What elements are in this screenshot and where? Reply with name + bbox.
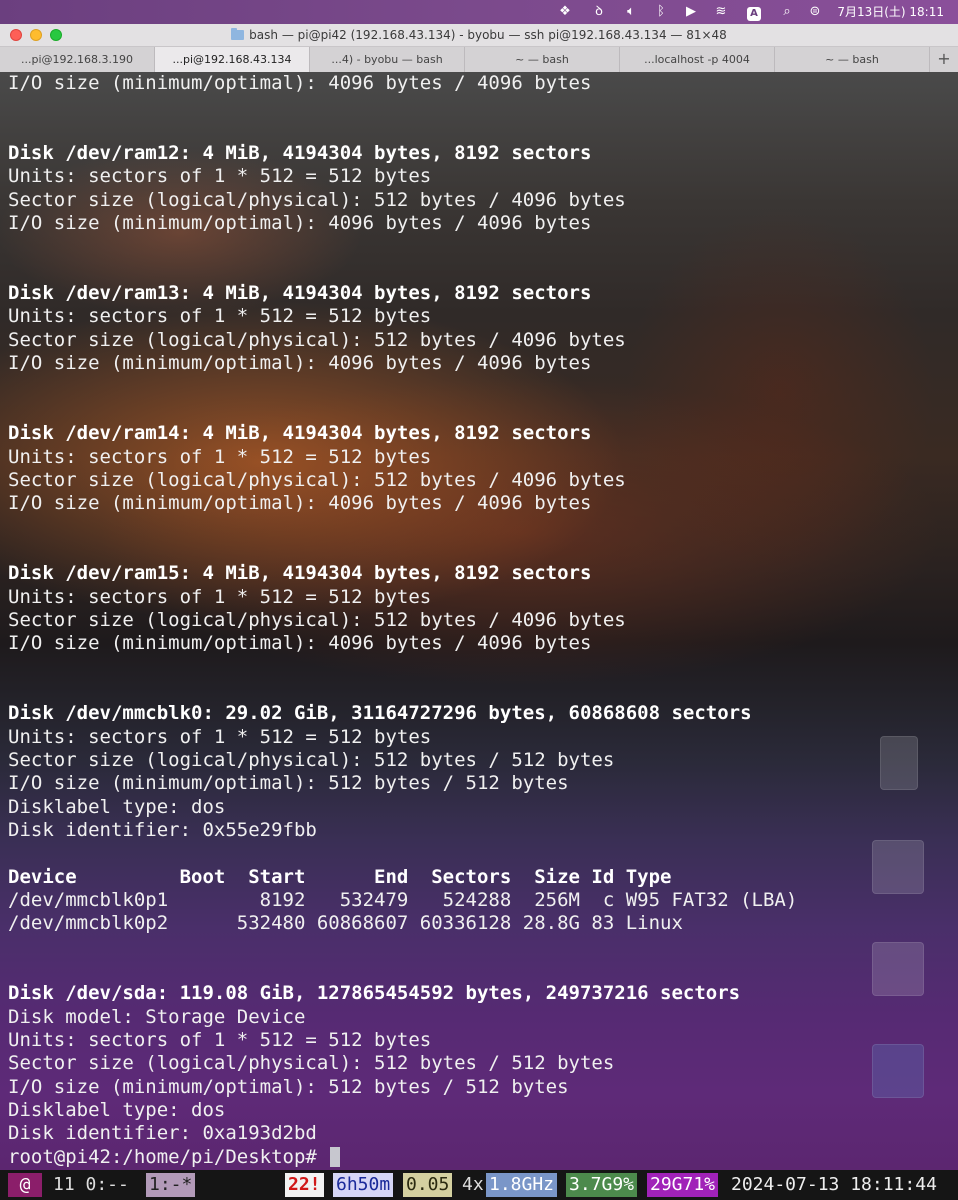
- tab-5[interactable]: ...localhost -p 4004: [620, 47, 775, 72]
- terminal-line: Disklabel type: dos: [8, 795, 226, 818]
- terminal-line: Disklabel type: dos: [8, 1099, 226, 1122]
- accessibility-icon[interactable]: ꝺ: [590, 0, 608, 24]
- terminal-line: Units: sectors of 1 * 512 = 512 bytes: [8, 305, 432, 328]
- terminal-heading-line: Disk /dev/mmcblk0: 29.02 GiB, 3116472729…: [8, 702, 752, 725]
- terminal-line: Sector size (logical/physical): 512 byte…: [8, 188, 626, 211]
- tab-label: ...4) - byobu — bash: [331, 53, 443, 66]
- tab-label: ~ — bash: [825, 53, 879, 66]
- tab-6[interactable]: ~ — bash: [775, 47, 930, 72]
- terminal-heading-line: Disk /dev/ram13: 4 MiB, 4194304 bytes, 8…: [8, 282, 592, 305]
- active-window: 1:-*: [146, 1173, 196, 1197]
- window-titlebar[interactable]: bash — pi@pi42 (192.168.43.134) - byobu …: [0, 24, 958, 47]
- play-icon[interactable]: ▶: [682, 0, 700, 24]
- desktop-screenshot-icon: [872, 942, 924, 996]
- terminal-output: I/O size (minimum/optimal): 4096 bytes /…: [8, 72, 797, 1169]
- terminal-heading-line: Disk /dev/ram14: 4 MiB, 4194304 bytes, 8…: [8, 422, 592, 445]
- tab-bar: ...pi@192.168.3.190 ...pi@192.168.43.134…: [0, 47, 958, 73]
- tab-label: ...localhost -p 4004: [644, 53, 750, 66]
- terminal-line: Units: sectors of 1 * 512 = 512 bytes: [8, 585, 432, 608]
- terminal-heading-line: Disk /dev/ram12: 4 MiB, 4194304 bytes, 8…: [8, 142, 592, 165]
- desktop-file-icon: [880, 736, 918, 790]
- dropbox-icon[interactable]: ❖: [556, 0, 574, 24]
- tab-2[interactable]: ...pi@192.168.43.134: [155, 47, 310, 72]
- byobu-logo: @: [8, 1173, 42, 1197]
- new-tab-button[interactable]: +: [930, 47, 958, 72]
- tab-3[interactable]: ...4) - byobu — bash: [310, 47, 465, 72]
- terminal-view[interactable]: I/O size (minimum/optimal): 4096 bytes /…: [0, 72, 958, 1170]
- tab-4[interactable]: ~ — bash: [465, 47, 620, 72]
- memory-usage: 3.7G9%: [566, 1173, 638, 1197]
- disk-usage: 29G71%: [647, 1173, 719, 1197]
- prompt-line[interactable]: root@pi42:/home/pi/Desktop#: [8, 1146, 797, 1169]
- uptime: 6h50m: [333, 1173, 394, 1197]
- tab-label: ~ — bash: [515, 53, 569, 66]
- terminal-line: Disk model: Storage Device: [8, 1005, 306, 1028]
- window-title: bash — pi@pi42 (192.168.43.134) - byobu …: [0, 24, 958, 46]
- terminal-line: I/O size (minimum/optimal): 4096 bytes /…: [8, 72, 592, 94]
- terminal-line: Sector size (logical/physical): 512 byte…: [8, 468, 626, 491]
- bluetooth-icon[interactable]: ᛒ: [652, 0, 670, 24]
- terminal-line: I/O size (minimum/optimal): 4096 bytes /…: [8, 352, 592, 375]
- terminal-line: I/O size (minimum/optimal): 512 bytes / …: [8, 1075, 569, 1098]
- terminal-line: I/O size (minimum/optimal): 4096 bytes /…: [8, 212, 592, 235]
- load-average: 0.05: [403, 1173, 453, 1197]
- menu-bar: ❖ ꝺ 🔈︎ ᛒ ▶ ≋ A ⌕ ⊜ 7月13日(土) 18:11: [0, 0, 958, 24]
- terminal-line: Units: sectors of 1 * 512 = 512 bytes: [8, 1029, 432, 1052]
- desktop-screenshot-icon: [872, 840, 924, 894]
- tab-label: ...pi@192.168.3.190: [20, 53, 133, 66]
- terminal-line: I/O size (minimum/optimal): 4096 bytes /…: [8, 632, 592, 655]
- cpu-count: 4x: [462, 1174, 484, 1195]
- terminal-line: I/O size (minimum/optimal): 512 bytes / …: [8, 772, 569, 795]
- tab-1[interactable]: ...pi@192.168.3.190: [0, 47, 155, 72]
- updates-available: 22!: [285, 1173, 324, 1197]
- search-icon[interactable]: ⌕: [778, 0, 796, 24]
- desktop-folder-icon: [872, 1044, 924, 1098]
- byobu-status-bar: @ 11 0:-- 1:-* 22! 6h50m 0.05 4x 1.8GHz …: [0, 1170, 958, 1200]
- volume-icon[interactable]: 🔈︎: [622, 0, 640, 24]
- window-title-text: bash — pi@pi42 (192.168.43.134) - byobu …: [249, 28, 727, 42]
- cpu-frequency: 1.8GHz: [486, 1173, 558, 1197]
- date-time: 2024-07-13 18:11:44: [731, 1174, 937, 1195]
- input-source-label: A: [747, 7, 761, 21]
- terminal-heading-line: Disk /dev/sda: 119.08 GiB, 127865454592 …: [8, 982, 741, 1005]
- terminal-line: /dev/mmcblk0p2 532480 60868607 60336128 …: [8, 912, 683, 935]
- terminal-line: Sector size (logical/physical): 512 byte…: [8, 608, 626, 631]
- menubar-clock[interactable]: 7月13日(土) 18:11: [837, 0, 944, 24]
- folder-icon: [231, 28, 245, 40]
- terminal-line: I/O size (minimum/optimal): 4096 bytes /…: [8, 492, 592, 515]
- terminal-line: Units: sectors of 1 * 512 = 512 bytes: [8, 725, 432, 748]
- terminal-line: Units: sectors of 1 * 512 = 512 bytes: [8, 165, 432, 188]
- terminal-heading-line: Disk /dev/ram15: 4 MiB, 4194304 bytes, 8…: [8, 562, 592, 585]
- terminal-line: Disk identifier: 0x55e29fbb: [8, 819, 317, 841]
- terminal-line: Sector size (logical/physical): 512 byte…: [8, 748, 615, 771]
- window-list: 11 0:--: [53, 1174, 129, 1195]
- text-cursor: [330, 1146, 341, 1167]
- terminal-line: Sector size (logical/physical): 512 byte…: [8, 328, 626, 351]
- input-source-icon[interactable]: A: [746, 0, 762, 24]
- shell-prompt: root@pi42:/home/pi/Desktop#: [8, 1145, 329, 1168]
- control-center-icon[interactable]: ⊜: [806, 0, 824, 24]
- terminal-line: /dev/mmcblk0p1 8192 532479 524288 256M c…: [8, 889, 798, 912]
- terminal-line: Units: sectors of 1 * 512 = 512 bytes: [8, 445, 432, 468]
- terminal-heading-line: Device Boot Start End Sectors Size Id Ty…: [8, 865, 672, 888]
- tab-label: ...pi@192.168.43.134: [172, 53, 292, 66]
- terminal-line: Disk identifier: 0xa193d2bd: [8, 1122, 317, 1145]
- terminal-line: Sector size (logical/physical): 512 byte…: [8, 1052, 615, 1075]
- wifi-icon[interactable]: ≋: [712, 0, 730, 24]
